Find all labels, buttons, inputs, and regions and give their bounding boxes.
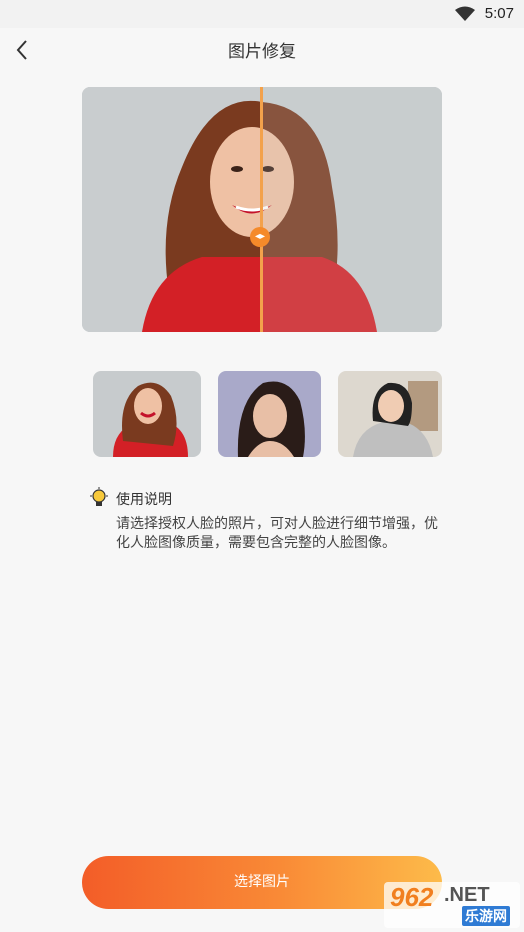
- sample-thumbnail-3[interactable]: [338, 371, 442, 457]
- sample-thumbnail-2[interactable]: [218, 371, 321, 457]
- sample-thumbnail-1[interactable]: [93, 371, 201, 457]
- sample-photo-red-sweater: [93, 371, 201, 457]
- watermark-number: 962: [390, 882, 434, 912]
- comparison-divider[interactable]: [260, 87, 263, 332]
- lightbulb-icon: [89, 487, 109, 513]
- wifi-icon: [454, 6, 476, 26]
- before-after-comparison[interactable]: ◂▸: [82, 87, 442, 332]
- watermark-cn: 乐游网: [462, 906, 510, 926]
- status-time: 5:07: [484, 5, 514, 22]
- watermark-net: .NET: [444, 884, 490, 906]
- page-title: 图片修复: [228, 42, 296, 62]
- app-header: 图片修复: [0, 28, 524, 72]
- tips-body: 请选择授权人脸的照片，可对人脸进行细节增强，优化人脸图像质量，需要包含完整的人脸…: [116, 516, 438, 551]
- sample-photo-smiling-woman: [338, 371, 442, 457]
- tips-title: 使用说明: [116, 492, 172, 508]
- comparison-handle[interactable]: ◂▸: [250, 227, 270, 247]
- site-watermark: 962 .NET 乐游网: [384, 882, 520, 928]
- arrows-left-right-icon: ◂▸: [254, 231, 266, 242]
- status-bar: 5:07: [0, 0, 524, 28]
- sample-photo-portrait: [218, 371, 321, 457]
